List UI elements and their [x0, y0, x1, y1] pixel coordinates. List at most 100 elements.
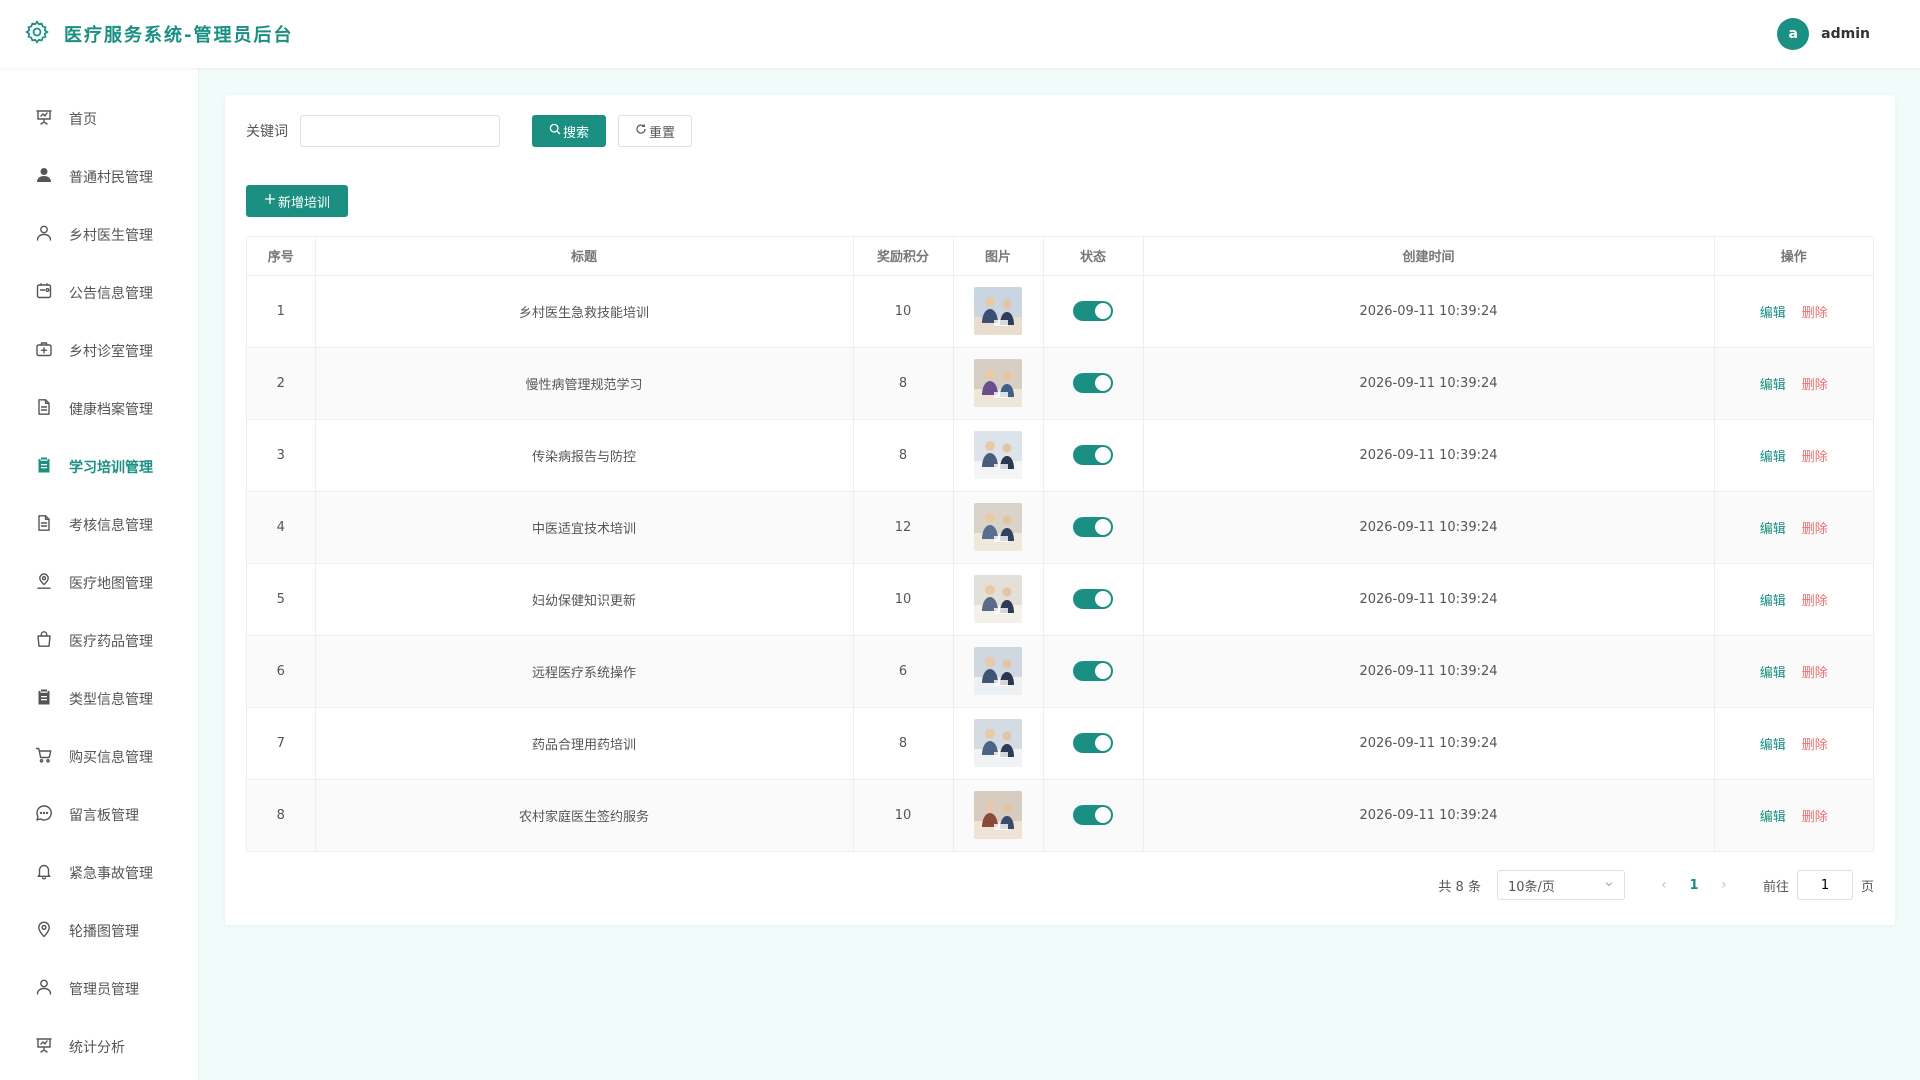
sidebar-item-label: 统计分析 — [69, 1040, 125, 1056]
sidebar-item-8[interactable]: 医疗地图管理 — [0, 554, 198, 612]
status-toggle[interactable] — [1073, 589, 1113, 609]
training-thumbnail[interactable] — [974, 791, 1022, 840]
sidebar-item-7[interactable]: 考核信息管理 — [0, 496, 198, 554]
status-toggle[interactable] — [1073, 805, 1113, 826]
status-toggle[interactable] — [1073, 445, 1113, 465]
delete-button[interactable]: 删除 — [1802, 810, 1828, 825]
training-table: 序号 标题 奖励积分 图片 状态 创建时间 操作 1 乡村医生急救技能培训 10 20… — [246, 236, 1874, 852]
reset-button[interactable]: 重置 — [618, 115, 692, 147]
sidebar-item-10[interactable]: 类型信息管理 — [0, 670, 198, 728]
keyword-input[interactable] — [300, 115, 500, 147]
avatar[interactable]: a — [1777, 18, 1810, 50]
next-page-button[interactable]: › — [1709, 877, 1739, 893]
training-thumbnail[interactable] — [974, 287, 1022, 335]
cell-index: 3 — [247, 419, 316, 492]
search-bar: 关键词 搜索 重置 — [246, 115, 692, 147]
sidebar-item-12[interactable]: 留言板管理 — [0, 786, 198, 844]
cell-status — [1043, 419, 1144, 492]
sidebar-item-9[interactable]: 医疗药品管理 — [0, 612, 198, 670]
sidebar: 首页 普通村民管理 乡村医生管理 公告信息管理 乡村诊室管理 健康档案管理学习培训管理考核… — [0, 68, 199, 1080]
sidebar-item-2[interactable]: 乡村医生管理 — [0, 206, 198, 264]
delete-button[interactable]: 删除 — [1802, 450, 1828, 465]
column-header-status: 状态 — [1043, 237, 1144, 276]
edit-button[interactable]: 编辑 — [1760, 522, 1786, 537]
cell-points: 10 — [853, 275, 954, 348]
plus-icon — [264, 193, 276, 209]
column-header-created: 创建时间 — [1143, 237, 1715, 276]
app-title: 医疗服务系统-管理员后台 — [64, 25, 294, 46]
cell-created: 2026-09-11 10:39:24 — [1143, 779, 1715, 851]
sidebar-item-1[interactable]: 普通村民管理 — [0, 148, 198, 206]
cell-status — [1043, 563, 1144, 636]
status-toggle[interactable] — [1073, 733, 1113, 753]
cell-status — [1043, 347, 1144, 420]
edit-button[interactable]: 编辑 — [1760, 666, 1786, 681]
cell-index: 6 — [247, 635, 316, 708]
username[interactable]: admin — [1821, 26, 1870, 42]
search-button-label: 搜索 — [562, 125, 589, 141]
status-toggle[interactable] — [1073, 517, 1113, 537]
training-thumbnail[interactable] — [974, 719, 1022, 767]
table-row: 7 药品合理用药培训 8 2026-09-11 10:39:24 编辑 删除 — [247, 707, 1873, 780]
edit-button[interactable]: 编辑 — [1760, 450, 1786, 465]
delete-button[interactable]: 删除 — [1802, 306, 1828, 321]
training-thumbnail[interactable] — [974, 575, 1022, 623]
delete-button[interactable]: 删除 — [1802, 666, 1828, 681]
cell-created: 2026-09-11 10:39:24 — [1143, 419, 1715, 492]
cell-status — [1043, 635, 1144, 708]
cell-image — [953, 419, 1044, 492]
add-training-button[interactable]: 新增培训 — [246, 185, 348, 217]
user-icon — [35, 978, 53, 1000]
prev-page-button[interactable]: ‹ — [1649, 877, 1679, 893]
delete-button[interactable]: 删除 — [1802, 378, 1828, 393]
clipboard-icon — [35, 456, 53, 478]
page-number[interactable]: 1 — [1679, 878, 1709, 893]
cell-actions: 编辑 删除 — [1714, 563, 1873, 636]
edit-button[interactable]: 编辑 — [1760, 738, 1786, 753]
training-thumbnail[interactable] — [974, 359, 1022, 407]
page-size-select[interactable]: 10条/页 — [1496, 870, 1625, 900]
sidebar-item-4[interactable]: 乡村诊室管理 — [0, 322, 198, 380]
user-menu[interactable]: a admin — [1777, 18, 1896, 50]
sidebar-item-13[interactable]: 紧急事故管理 — [0, 844, 198, 902]
sidebar-item-15[interactable]: 管理员管理 — [0, 960, 198, 1018]
cell-points: 6 — [853, 635, 954, 708]
sidebar-item-0[interactable]: 首页 — [0, 90, 198, 148]
edit-button[interactable]: 编辑 — [1760, 810, 1786, 825]
sidebar-item-11[interactable]: 购买信息管理 — [0, 728, 198, 786]
delete-button[interactable]: 删除 — [1802, 522, 1828, 537]
status-toggle[interactable] — [1073, 661, 1113, 681]
sidebar-item-16[interactable]: 统计分析 — [0, 1018, 198, 1076]
user-icon — [35, 224, 53, 246]
cell-actions: 编辑 删除 — [1714, 635, 1873, 708]
edit-button[interactable]: 编辑 — [1760, 378, 1786, 393]
document-icon — [35, 514, 53, 536]
delete-button[interactable]: 删除 — [1802, 738, 1828, 753]
sidebar-item-6[interactable]: 学习培训管理 — [0, 438, 198, 496]
sidebar-item-label: 学习培训管理 — [69, 460, 153, 476]
delete-button[interactable]: 删除 — [1802, 594, 1828, 609]
edit-button[interactable]: 编辑 — [1760, 594, 1786, 609]
training-thumbnail[interactable] — [974, 431, 1022, 479]
status-toggle[interactable] — [1073, 301, 1113, 321]
cell-index: 7 — [247, 707, 316, 780]
sidebar-item-3[interactable]: 公告信息管理 — [0, 264, 198, 322]
search-icon — [549, 123, 561, 139]
training-thumbnail[interactable] — [974, 647, 1022, 695]
cell-created: 2026-09-11 10:39:24 — [1143, 635, 1715, 708]
status-toggle[interactable] — [1073, 373, 1113, 393]
cell-points: 12 — [853, 491, 954, 564]
edit-button[interactable]: 编辑 — [1760, 306, 1786, 321]
clipboard-icon — [35, 688, 53, 710]
column-header-image: 图片 — [953, 237, 1044, 276]
sidebar-item-5[interactable]: 健康档案管理 — [0, 380, 198, 438]
table-row: 4 中医适宜技术培训 12 2026-09-11 10:39:24 编辑 删除 — [247, 491, 1873, 564]
sidebar-item-14[interactable]: 轮播图管理 — [0, 902, 198, 960]
goto-page-input[interactable] — [1796, 870, 1853, 900]
training-thumbnail[interactable] — [974, 503, 1022, 551]
cell-points: 8 — [853, 347, 954, 420]
cell-index: 1 — [247, 275, 316, 348]
bell-icon — [35, 862, 53, 884]
cell-status — [1043, 779, 1144, 851]
search-button[interactable]: 搜索 — [532, 115, 606, 147]
